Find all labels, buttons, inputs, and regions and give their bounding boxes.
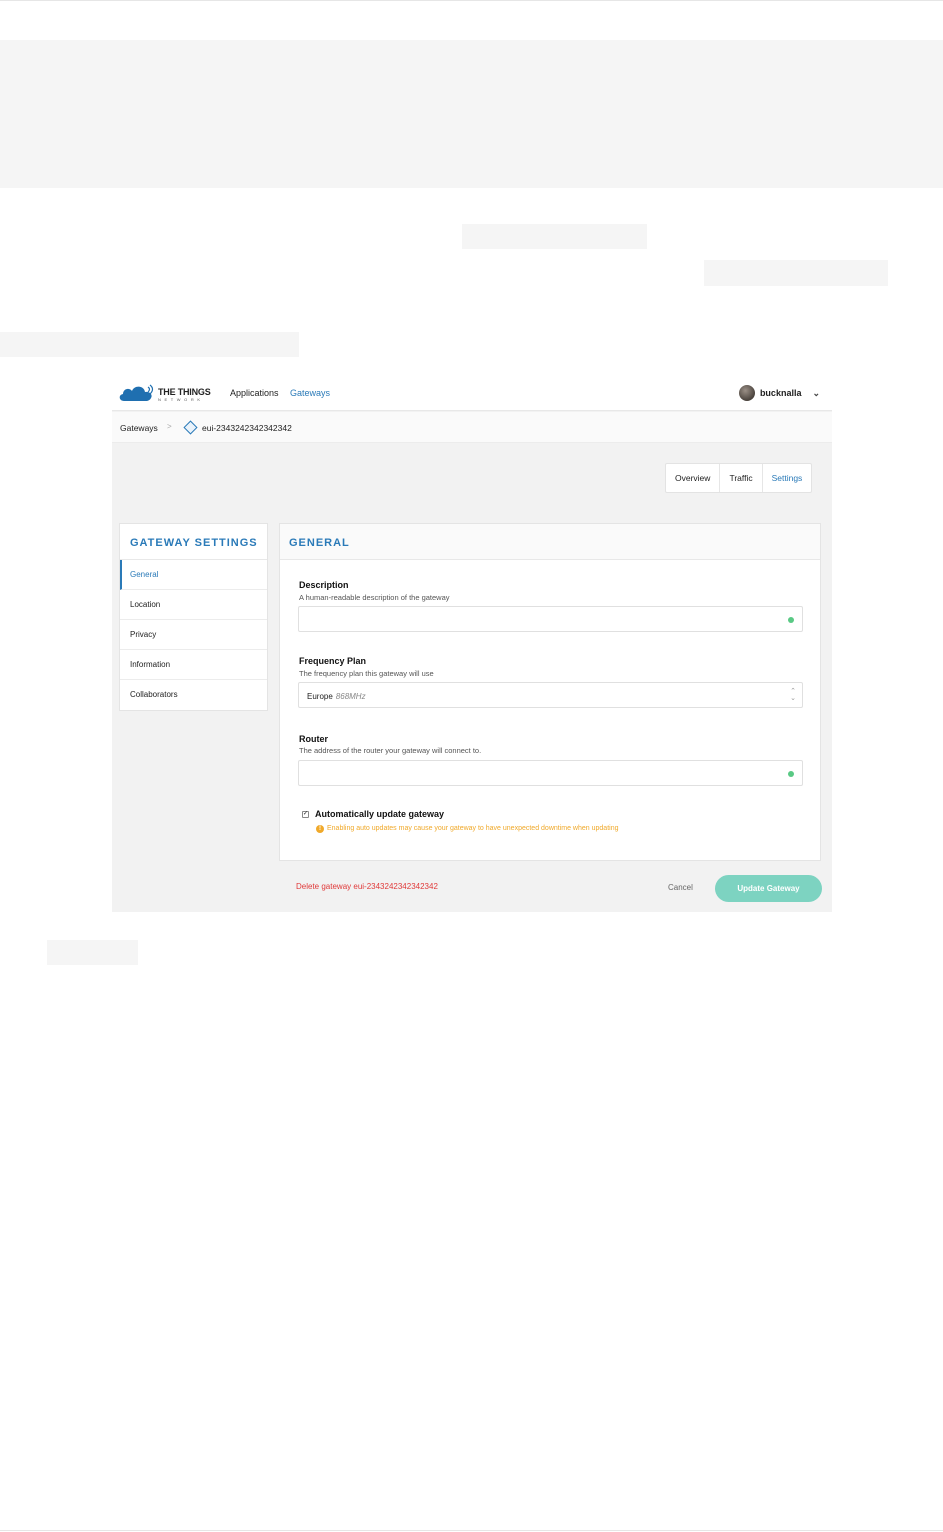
cloud-logo-icon — [119, 384, 154, 401]
breadcrumb-gateways[interactable]: Gateways — [120, 423, 158, 433]
breadcrumb-current-gateway: eui-2343242342342342 — [202, 423, 292, 433]
placeholder-bar — [704, 260, 888, 286]
valid-check-icon — [788, 617, 794, 623]
chevron-down-icon[interactable]: ⌄ — [812, 388, 820, 399]
description-input[interactable] — [298, 606, 803, 632]
frequency-plan-select[interactable]: Europe 868MHz ⌃ ⌄ — [298, 682, 803, 708]
sidebar-item-collaborators[interactable]: Collaborators — [120, 680, 267, 710]
top-divider — [0, 0, 943, 1]
router-help: The address of the router your gateway w… — [299, 746, 482, 755]
placeholder-bar — [0, 332, 299, 357]
tab-overview[interactable]: Overview — [666, 464, 721, 492]
valid-check-icon — [788, 771, 794, 777]
nav-gateways[interactable]: Gateways — [290, 388, 330, 398]
sidebar-title: GATEWAY SETTINGS — [120, 524, 267, 560]
router-label: Router — [299, 734, 328, 744]
gateway-tabs: Overview Traffic Settings — [665, 463, 813, 493]
breadcrumb: Gateways > eui-2343242342342342 — [112, 412, 832, 443]
breadcrumb-separator-icon: > — [167, 422, 172, 431]
avatar — [738, 385, 755, 401]
tab-settings[interactable]: Settings — [763, 464, 812, 492]
frequency-plan-help: The frequency plan this gateway will use — [299, 669, 434, 678]
description-label: Description — [299, 580, 349, 590]
sidebar-item-general[interactable]: General — [120, 560, 267, 590]
sidebar-item-information[interactable]: Information — [120, 650, 267, 680]
logo-wordmark: THE THINGS — [158, 387, 211, 397]
warning-icon: ! — [316, 825, 324, 833]
gateway-icon — [183, 420, 198, 435]
placeholder-bar — [47, 940, 138, 965]
frequency-plan-label: Frequency Plan — [299, 656, 367, 666]
router-input[interactable] — [298, 760, 803, 786]
update-gateway-button[interactable]: Update Gateway — [715, 875, 822, 902]
logo-subtitle: NETWORK — [158, 397, 204, 402]
top-navbar: THE THINGS NETWORK Applications Gateways… — [112, 374, 832, 411]
gateway-settings-screenshot: THE THINGS NETWORK Applications Gateways… — [112, 374, 832, 912]
description-help: A human-readable description of the gate… — [299, 593, 450, 602]
panel-title: GENERAL — [280, 524, 820, 560]
auto-update-warning: Enabling auto updates may cause your gat… — [327, 825, 619, 832]
sidebar-item-privacy[interactable]: Privacy — [120, 620, 267, 650]
placeholder-banner — [0, 40, 943, 188]
frequency-plan-value: Europe 868MHz — [307, 692, 366, 701]
delete-gateway-link[interactable]: Delete gateway eui-2343242342342342 — [296, 882, 438, 891]
tab-traffic[interactable]: Traffic — [720, 464, 763, 492]
general-settings-panel: GENERAL Description A human-readable des… — [279, 523, 821, 861]
select-arrows-icon: ⌃ ⌄ — [790, 688, 796, 702]
settings-sidebar: GATEWAY SETTINGS General Location Privac… — [119, 523, 268, 711]
cancel-button[interactable]: Cancel — [668, 883, 693, 892]
sidebar-item-location[interactable]: Location — [120, 590, 267, 620]
nav-applications[interactable]: Applications — [230, 388, 279, 398]
auto-update-checkbox[interactable]: ✓ — [302, 811, 309, 818]
auto-update-label[interactable]: Automatically update gateway — [315, 809, 444, 819]
placeholder-bar — [462, 224, 647, 249]
username: bucknalla — [759, 388, 802, 398]
user-menu[interactable]: bucknalla ⌄ — [738, 385, 820, 401]
document-page: THE THINGS NETWORK Applications Gateways… — [0, 0, 943, 1532]
bottom-divider — [0, 1530, 943, 1531]
